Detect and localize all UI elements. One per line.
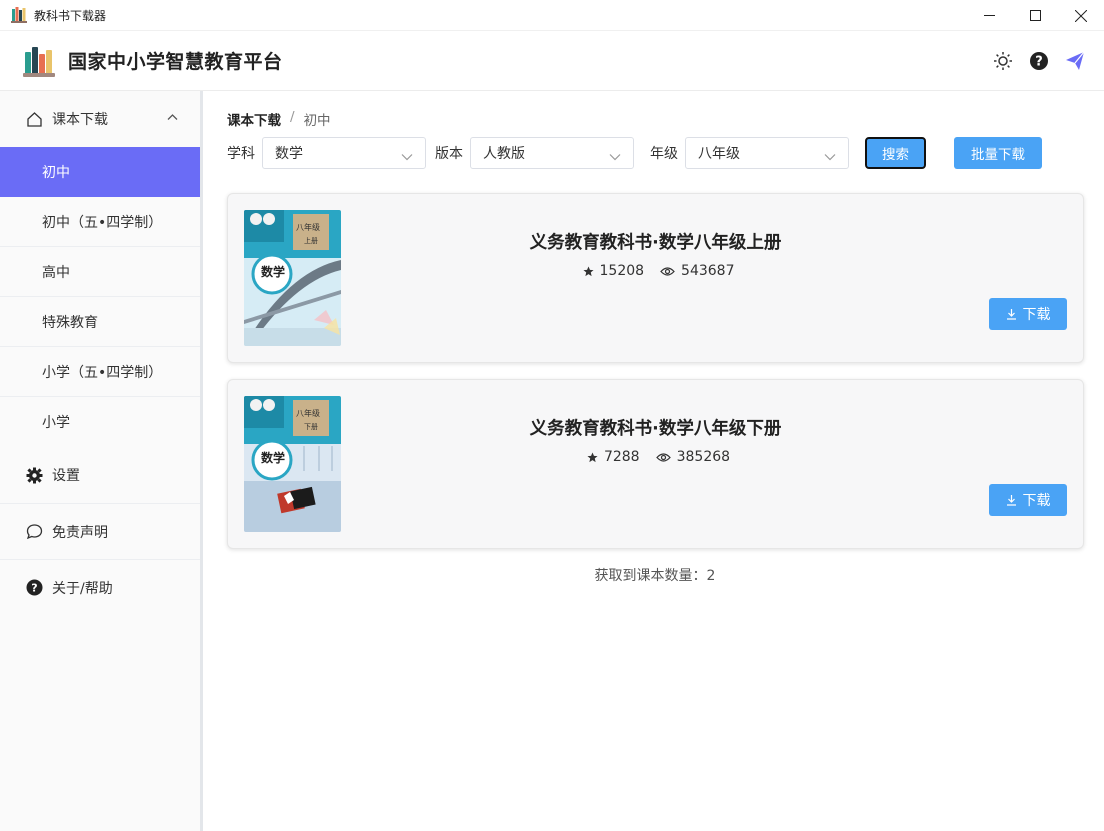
view-count-value: 543687 <box>681 263 735 279</box>
sidebar-about-label: 关于/帮助 <box>52 580 113 597</box>
subject-select[interactable]: 数学 <box>262 137 426 169</box>
sidebar-item-junior-high-54[interactable]: 初中（五•四学制） <box>0 197 200 247</box>
view-count: 385268 <box>655 449 731 465</box>
sidebar-item-label: 小学 <box>42 415 70 431</box>
download-button[interactable]: 下载 <box>989 298 1067 330</box>
sidebar-disclaimer-label: 免责声明 <box>52 524 108 541</box>
maximize-button[interactable] <box>1012 0 1058 31</box>
star-icon <box>587 451 598 462</box>
batch-download-button[interactable]: 批量下载 <box>954 137 1042 169</box>
sidebar-item-label: 特殊教育 <box>42 314 98 331</box>
breadcrumb-current: 初中 <box>303 113 331 129</box>
sidebar-item-settings[interactable]: 设置 <box>0 447 200 503</box>
sidebar-item-label: 小学（五•四学制） <box>42 364 163 381</box>
home-icon <box>25 110 43 128</box>
app-header: 国家中小学智慧教育平台 ? <box>0 31 1104 91</box>
star-count: 15208 <box>582 263 645 279</box>
window-title: 教科书下载器 <box>34 8 107 23</box>
filter-bar: 学科 数学 版本 人教版 年级 八年级 搜索 批量下载 <box>227 137 1042 169</box>
sidebar-item-senior-high[interactable]: 高中 <box>0 247 200 297</box>
sidebar-item-about[interactable]: ? 关于/帮助 <box>0 559 200 615</box>
svg-text:?: ? <box>1035 55 1043 70</box>
sidebar-item-label: 高中 <box>42 264 70 281</box>
sidebar-group-download-label: 课本下载 <box>52 112 108 128</box>
edition-select-value: 人教版 <box>483 146 525 162</box>
books-app-icon <box>10 6 28 24</box>
download-icon <box>1006 495 1016 506</box>
window-titlebar: 教科书下载器 <box>0 0 1104 31</box>
sidebar-group-download[interactable]: 课本下载 <box>0 91 200 147</box>
star-icon <box>582 265 594 276</box>
sidebar-settings-label: 设置 <box>52 468 80 484</box>
sidebar-item-label: 初中（五•四学制） <box>42 214 163 231</box>
help-circle-icon: ? <box>25 579 43 597</box>
edition-label: 版本 <box>435 146 463 162</box>
sidebar-item-junior-high[interactable]: 初中 <box>0 147 200 197</box>
search-button[interactable]: 搜索 <box>865 137 926 169</box>
star-count-value: 7288 <box>603 449 640 465</box>
sidebar-item-primary-54[interactable]: 小学（五•四学制） <box>0 347 200 397</box>
star-count: 7288 <box>587 449 640 465</box>
view-count-value: 385268 <box>676 449 731 465</box>
download-button-label: 下载 <box>1022 493 1051 509</box>
chat-bubble-icon <box>25 523 43 541</box>
breadcrumb: 课本下载 / 初中 <box>227 109 331 129</box>
chevron-up-icon <box>167 111 178 127</box>
book-title: 义务教育教科书·数学八年级下册 <box>529 419 782 439</box>
sidebar-item-primary[interactable]: 小学 <box>0 397 200 447</box>
eye-icon <box>660 266 675 276</box>
breadcrumb-separator: / <box>290 109 295 125</box>
star-count-value: 15208 <box>599 263 645 279</box>
book-title: 义务教育教科书·数学八年级上册 <box>529 233 782 253</box>
minimize-button[interactable] <box>966 0 1012 31</box>
help-circle-icon[interactable]: ? <box>1028 47 1050 75</box>
grade-select[interactable]: 八年级 <box>685 137 849 169</box>
sidebar-item-special-education[interactable]: 特殊教育 <box>0 297 200 347</box>
eye-icon <box>655 452 671 462</box>
book-card: 数学 八年级 下册 义务教育教科书·数学八年级下册 7288 385268 下载 <box>227 379 1084 549</box>
chevron-down-icon <box>401 149 413 165</box>
download-icon <box>1006 309 1016 320</box>
book-stats: 7288 385268 <box>228 449 1083 465</box>
brand-title: 国家中小学智慧教育平台 <box>68 51 283 73</box>
grade-select-value: 八年级 <box>698 146 740 162</box>
sun-icon[interactable] <box>992 47 1014 75</box>
download-button-label: 下载 <box>1022 307 1051 323</box>
grade-label: 年级 <box>650 146 678 162</box>
send-icon[interactable] <box>1064 47 1086 75</box>
sidebar-item-disclaimer[interactable]: 免责声明 <box>0 503 200 559</box>
main-content: 课本下载 / 初中 学科 数学 版本 人教版 年级 八年级 搜索 批量下载 数学… <box>206 91 1104 831</box>
edition-select[interactable]: 人教版 <box>470 137 634 169</box>
result-count: 获取到课本数量：2 <box>594 568 716 584</box>
chevron-down-icon <box>609 149 621 165</box>
sidebar: 课本下载 初中 初中（五•四学制） 高中 特殊教育 小学（五•四学制） 小学 设… <box>0 91 203 831</box>
book-card: 数学 八年级 上册 义务教育教科书·数学八年级上册 15208 543687 下… <box>227 193 1084 363</box>
view-count: 543687 <box>660 263 735 279</box>
gear-icon <box>25 466 43 484</box>
download-button[interactable]: 下载 <box>989 484 1067 516</box>
subject-label: 学科 <box>227 146 255 162</box>
book-stats: 15208 543687 <box>228 263 1083 279</box>
sidebar-item-label: 初中 <box>42 165 70 181</box>
svg-text:?: ? <box>31 582 37 595</box>
breadcrumb-root[interactable]: 课本下载 <box>227 109 281 129</box>
close-button[interactable] <box>1058 0 1104 31</box>
subject-select-value: 数学 <box>275 146 303 162</box>
chevron-down-icon <box>824 149 836 165</box>
books-logo-icon <box>22 44 56 78</box>
